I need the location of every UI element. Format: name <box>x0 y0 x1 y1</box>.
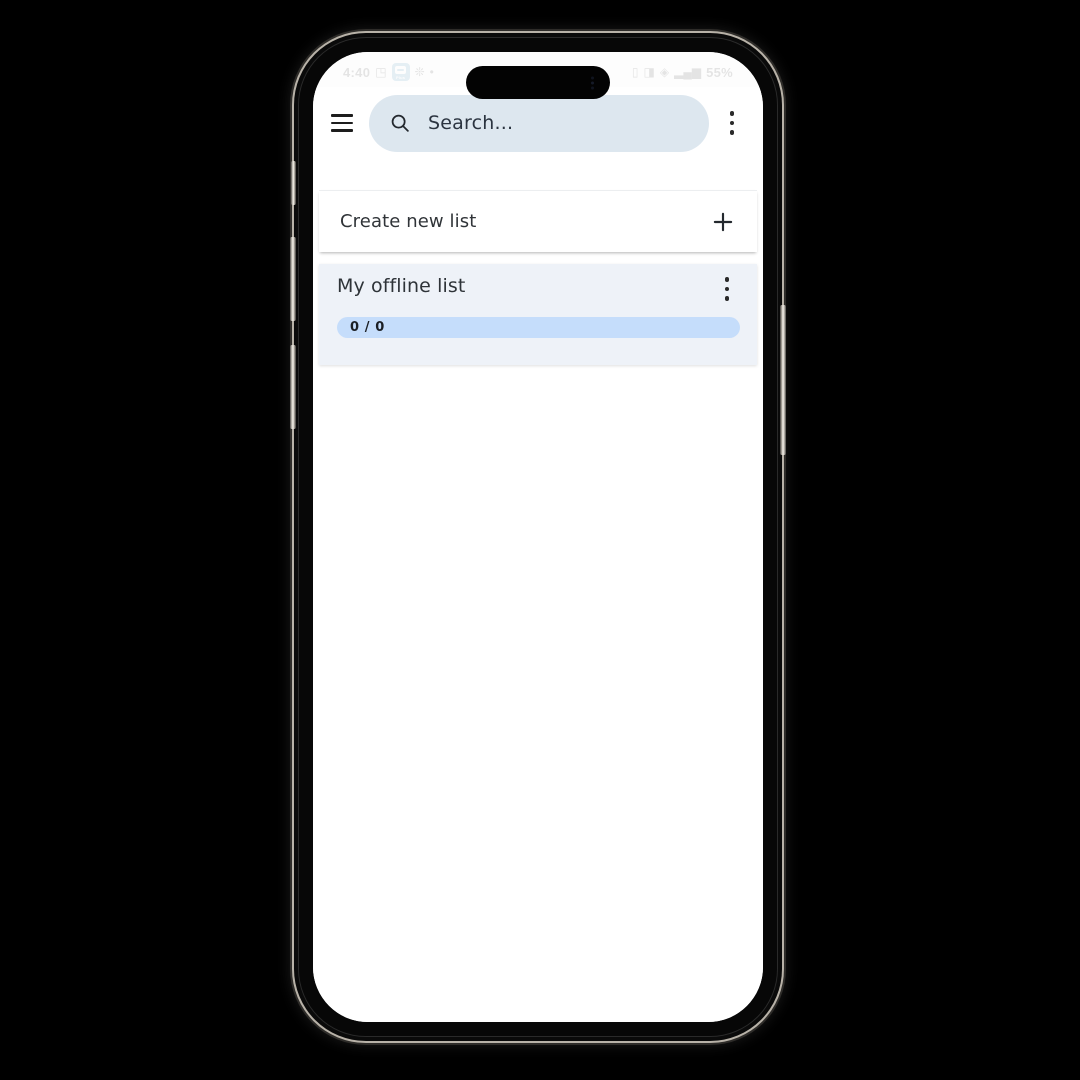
hamburger-menu-icon[interactable] <box>319 100 365 146</box>
dynamic-island <box>466 66 610 99</box>
overflow-dot <box>729 111 735 116</box>
app-notification-badge-icon: Plus <box>391 63 410 81</box>
overflow-menu-icon[interactable] <box>715 100 749 146</box>
volume-down-button[interactable] <box>290 345 296 429</box>
search-input[interactable]: Search... <box>369 94 709 152</box>
badge-word: Plus <box>395 75 406 80</box>
status-bar-right-group: ▯ ◨ ◈ ▂▄▆ 55% <box>632 65 733 80</box>
create-new-list-label: Create new list <box>340 211 477 232</box>
phone-screen: 4:40 ◳ Plus ❊ • ▯ ◨ ◈ ▂▄▆ 55% Search... … <box>313 52 763 1022</box>
overflow-dot <box>724 286 730 291</box>
overflow-dot <box>729 130 735 135</box>
list-card[interactable]: My offline list 0 / 0 <box>319 264 757 365</box>
main-content: Create new list My offline list 0 / 0 <box>313 159 763 1022</box>
search-placeholder-text: Search... <box>428 112 514 134</box>
list-progress-bar: 0 / 0 <box>337 317 740 338</box>
overflow-dot <box>724 277 730 282</box>
hamburger-line <box>331 114 353 117</box>
settings-icon: ❊ <box>414 65 425 79</box>
wifi-icon: ◈ <box>659 65 670 79</box>
alarm-icon: ▯ <box>631 65 639 79</box>
battery-percentage: 55% <box>706 64 733 80</box>
hamburger-line <box>331 121 353 125</box>
list-overflow-menu-icon[interactable] <box>714 276 740 307</box>
volume-up-button[interactable] <box>290 237 296 321</box>
front-camera-sensor-icon <box>591 81 594 84</box>
status-bar-left-group: 4:40 ◳ Plus ❊ • <box>343 63 434 81</box>
silent-switch-button[interactable] <box>291 161 296 205</box>
vpn-icon: ◨ <box>643 65 655 79</box>
search-icon <box>391 114 409 132</box>
overflow-dot <box>724 296 730 301</box>
list-progress-label: 0 / 0 <box>350 320 385 335</box>
photo-icon: ◳ <box>375 65 387 79</box>
more-notifications-icon: • <box>429 65 434 79</box>
power-button[interactable] <box>780 305 786 455</box>
status-clock: 4:40 <box>343 64 371 80</box>
hamburger-line <box>331 129 353 132</box>
phone-device-frame: 4:40 ◳ Plus ❊ • ▯ ◨ ◈ ▂▄▆ 55% Search... … <box>290 33 786 1041</box>
overflow-dot <box>729 120 735 126</box>
plus-icon[interactable] <box>710 209 736 235</box>
badge-glyph <box>395 66 407 74</box>
signal-bars-icon: ▂▄▆ <box>674 65 702 79</box>
list-title: My offline list <box>337 275 466 297</box>
create-new-list-row[interactable]: Create new list <box>319 190 757 252</box>
list-card-header: My offline list <box>337 276 740 307</box>
